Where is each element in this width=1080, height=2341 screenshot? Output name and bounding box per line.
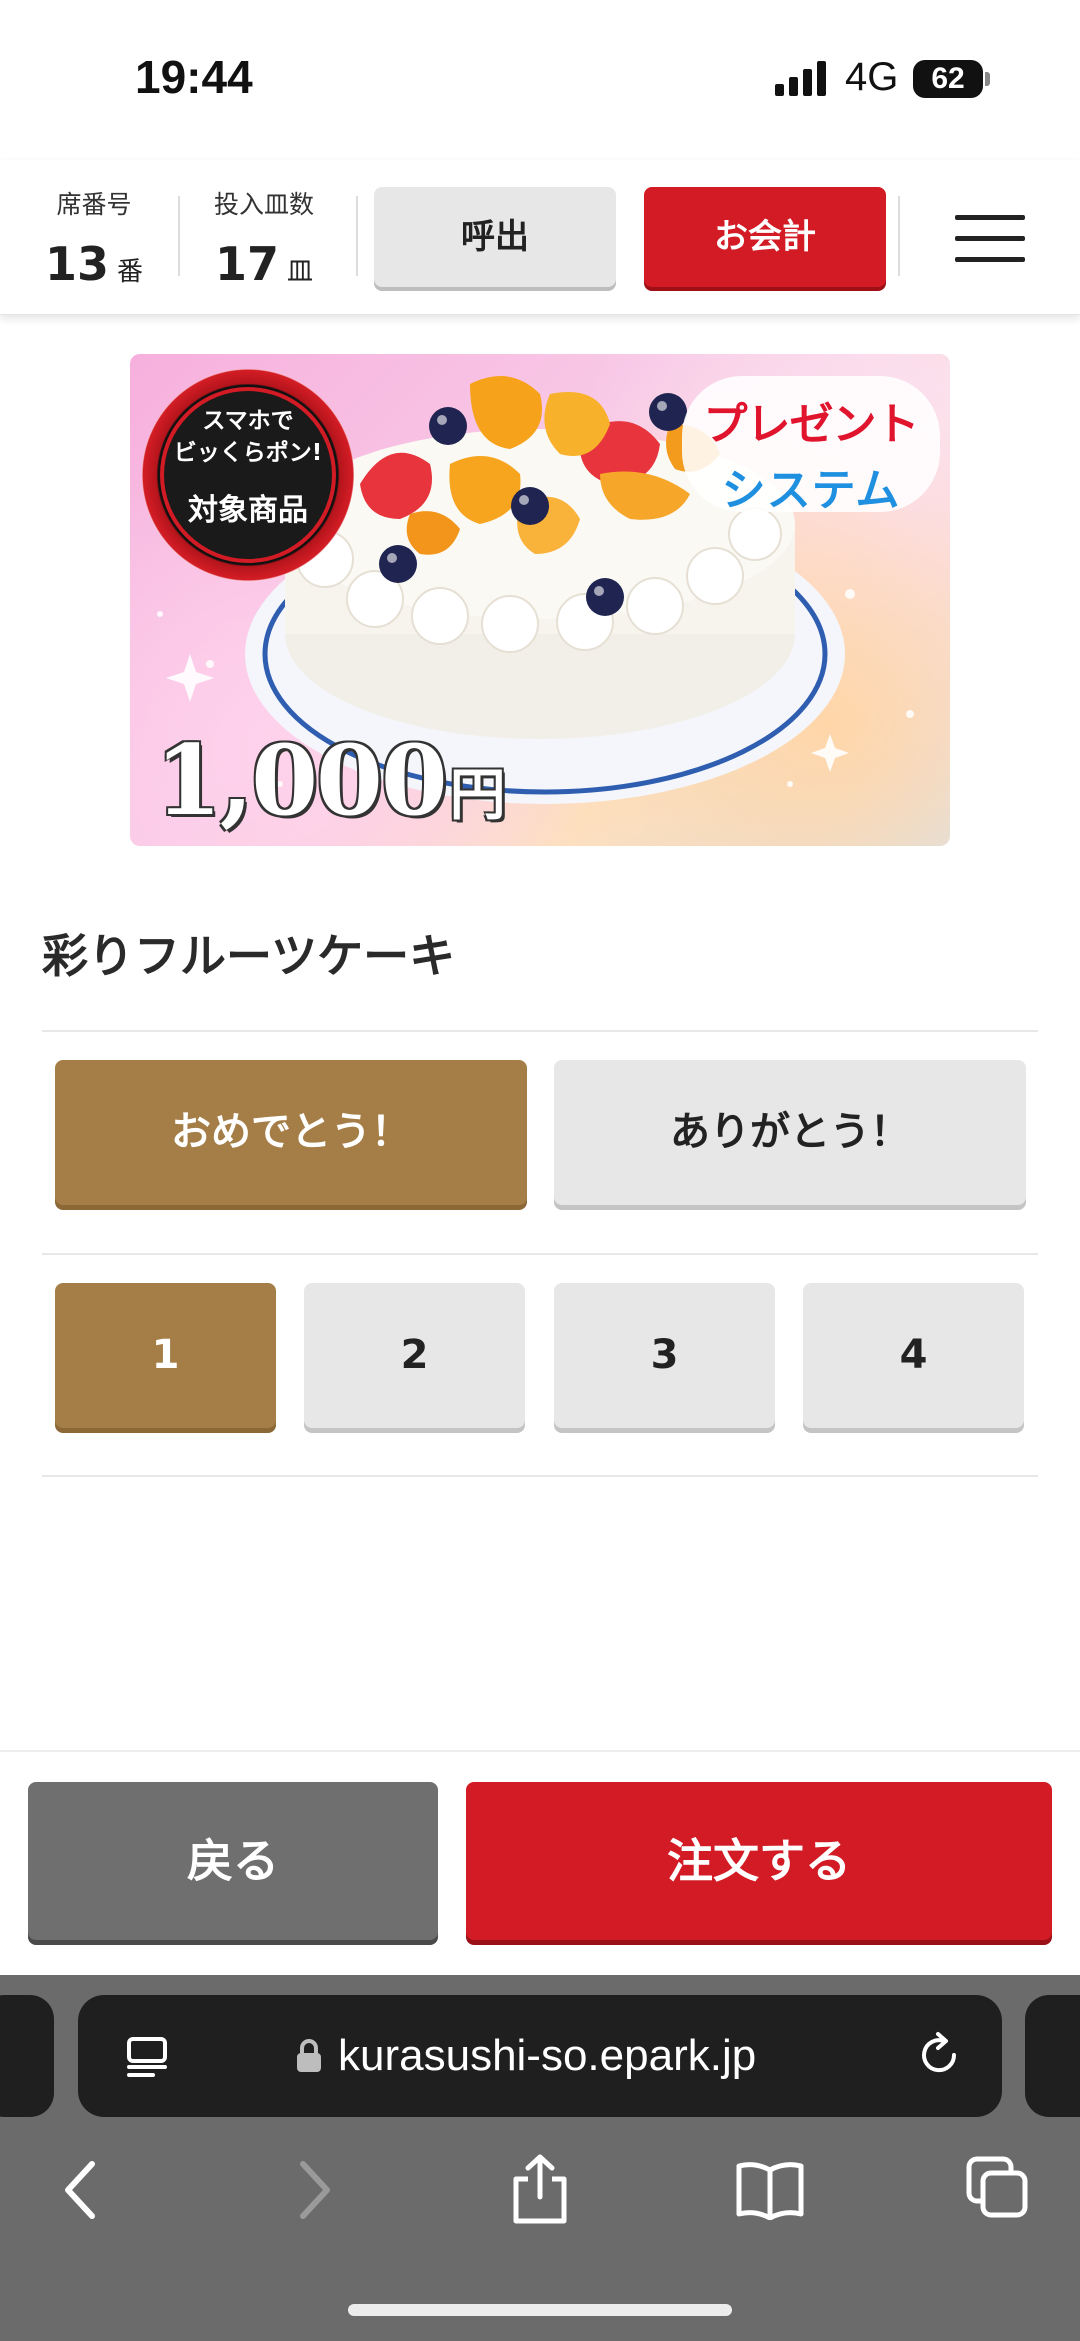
- plates-count-label: 投入皿数: [214, 190, 315, 219]
- action-bar: 戻る 注文する: [0, 1750, 1080, 1975]
- section-divider: [42, 1030, 1038, 1032]
- back-button[interactable]: 戻る: [28, 1782, 438, 1940]
- header-divider: [898, 196, 900, 276]
- battery-level: 62: [931, 62, 965, 95]
- url-text[interactable]: kurasushi-so.epark.jp: [338, 1995, 756, 2117]
- plates-count-block: 投入皿数 17 皿: [214, 185, 314, 291]
- seat-number-block: 席番号 13 番: [45, 185, 143, 291]
- plates-count-value: 17: [214, 237, 279, 291]
- plates-count-value-row: 17 皿: [214, 237, 314, 291]
- order-button[interactable]: 注文する: [466, 1782, 1052, 1940]
- share-icon[interactable]: [510, 2153, 570, 2225]
- seat-number-unit: 番: [117, 257, 144, 287]
- bikkura-pon-badge: スマホで ビッくらポン! 対象商品: [142, 369, 354, 581]
- header-divider: [356, 196, 358, 276]
- quantity-option-3[interactable]: 3: [554, 1283, 775, 1428]
- tabs-overview-icon[interactable]: [965, 2155, 1029, 2219]
- present-system-logo: プレゼント システム: [682, 376, 940, 516]
- message-option-arigatou[interactable]: ありがとう！: [554, 1060, 1026, 1205]
- cellular-signal-icon: [775, 61, 826, 96]
- forward-arrow-icon[interactable]: [295, 2160, 335, 2220]
- price-label: 1,000円: [155, 724, 506, 837]
- seat-number-value-row: 13 番: [45, 237, 143, 291]
- badge-top-text: スマホで ビッくらポン!: [142, 405, 354, 469]
- present-line-1: プレゼント: [703, 399, 920, 450]
- price-value: 1,000: [155, 724, 448, 837]
- browser-toolbar: kurasushi-so.epark.jp: [0, 1975, 1080, 2341]
- badge-line-3: 対象商品: [188, 493, 308, 528]
- quantity-option-1[interactable]: 1: [55, 1283, 276, 1428]
- bookmarks-icon[interactable]: [735, 2160, 805, 2220]
- hamburger-menu-icon[interactable]: [955, 215, 1025, 263]
- battery-icon: 62: [913, 60, 990, 98]
- call-staff-button[interactable]: 呼出: [374, 187, 616, 287]
- product-image: スマホで ビッくらポン! 対象商品 プレゼント システム 1,000円: [130, 354, 950, 846]
- previous-tab-edge[interactable]: [0, 1995, 54, 2117]
- checkout-button[interactable]: お会計: [644, 187, 886, 287]
- home-indicator: [348, 2304, 732, 2316]
- status-bar: 19:44 4G 62: [0, 0, 1080, 160]
- quantity-option-2[interactable]: 2: [304, 1283, 525, 1428]
- seat-number-value: 13: [45, 237, 110, 291]
- plates-count-unit: 皿: [287, 257, 314, 287]
- app-header: 席番号 13 番 投入皿数 17 皿 呼出 お会計: [0, 160, 1080, 315]
- quantity-option-4[interactable]: 4: [803, 1283, 1024, 1428]
- badge-line-1: スマホで: [202, 408, 294, 434]
- seat-number-label: 席番号: [56, 190, 132, 219]
- product-title: 彩りフルーツケーキ: [42, 929, 456, 983]
- header-divider: [178, 196, 180, 276]
- next-tab-edge[interactable]: [1025, 1995, 1080, 2117]
- section-divider: [42, 1475, 1038, 1477]
- badge-line-2: ビッくらポン!: [173, 440, 323, 466]
- reload-icon[interactable]: [916, 2031, 964, 2081]
- back-arrow-icon[interactable]: [60, 2160, 100, 2220]
- address-bar[interactable]: kurasushi-so.epark.jp: [78, 1995, 1002, 2117]
- present-line-2: システム: [721, 465, 901, 516]
- section-divider: [42, 1253, 1038, 1255]
- message-option-omedetou[interactable]: おめでとう！: [55, 1060, 527, 1205]
- page-menu-icon[interactable]: [123, 2033, 171, 2081]
- lock-icon: [297, 2039, 321, 2072]
- network-type: 4G: [845, 55, 899, 99]
- price-currency: 円: [449, 762, 506, 828]
- status-time: 19:44: [135, 51, 253, 103]
